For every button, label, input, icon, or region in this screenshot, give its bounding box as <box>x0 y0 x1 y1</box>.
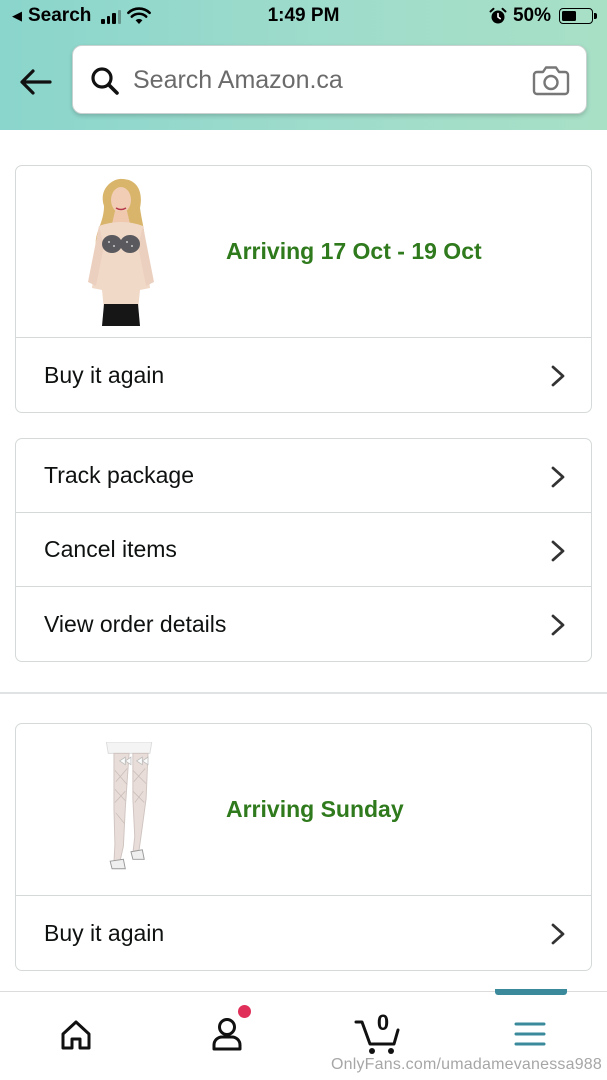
buy-it-again-button-2[interactable]: Buy it again <box>16 896 591 970</box>
cart-count: 0 <box>376 1010 390 1035</box>
buy-it-again-label-2: Buy it again <box>44 919 165 946</box>
product-image-2[interactable] <box>68 742 158 882</box>
arriving-status-1: Arriving 17 Oct - 19 Oct <box>226 238 482 264</box>
view-order-details-button[interactable]: View order details <box>16 587 591 661</box>
alarm-icon <box>489 7 507 24</box>
track-package-label: Track package <box>44 462 194 488</box>
chevron-right-icon <box>551 614 565 636</box>
account-icon <box>212 1018 242 1051</box>
order-card-1: Arriving 17 Oct - 19 Oct Buy it again <box>15 165 592 413</box>
chevron-right-icon <box>551 365 565 387</box>
nav-account[interactable] <box>152 992 302 1080</box>
battery-icon <box>559 8 597 24</box>
nav-home[interactable] <box>0 992 150 1080</box>
app-header: ◀ Search 1:49 PM 50% <box>0 0 607 130</box>
track-package-button[interactable]: Track package <box>16 439 591 513</box>
cancel-items-button[interactable]: Cancel items <box>16 513 591 587</box>
status-right: 50% <box>489 5 597 27</box>
arriving-status-2: Arriving Sunday <box>226 796 404 822</box>
back-arrow-icon[interactable] <box>18 64 54 100</box>
buy-it-again-button-1[interactable]: Buy it again <box>16 338 591 412</box>
cancel-items-label: Cancel items <box>44 536 177 562</box>
order-actions-card: Track package Cancel items View order de… <box>15 438 592 662</box>
buy-it-again-label-1: Buy it again <box>44 361 165 388</box>
battery-percent: 50% <box>512 5 551 26</box>
camera-icon[interactable] <box>532 64 570 96</box>
bottom-navigation: 0 OnlyFans.com/umadamevanessa988 <box>0 989 607 1080</box>
chevron-right-icon <box>551 466 565 488</box>
watermark: OnlyFans.com/umadamevanessa988 <box>330 1056 602 1073</box>
order-summary-1[interactable]: Arriving 17 Oct - 19 Oct <box>16 166 591 338</box>
home-icon <box>61 1020 91 1050</box>
notification-dot <box>238 1005 251 1018</box>
order-card-2: Arriving Sunday Buy it again <box>15 723 592 971</box>
product-image-1[interactable] <box>74 178 164 326</box>
search-input[interactable] <box>133 60 523 100</box>
section-divider <box>0 692 607 694</box>
search-icon <box>91 67 119 95</box>
order-summary-2[interactable]: Arriving Sunday <box>16 724 591 896</box>
chevron-right-icon <box>551 540 565 562</box>
view-order-details-label: View order details <box>44 610 227 637</box>
menu-icon <box>514 1022 546 1046</box>
battery-fill <box>562 11 576 21</box>
chevron-right-icon <box>551 923 565 945</box>
search-bar[interactable] <box>72 45 587 114</box>
status-bar: ◀ Search 1:49 PM 50% <box>0 0 607 34</box>
